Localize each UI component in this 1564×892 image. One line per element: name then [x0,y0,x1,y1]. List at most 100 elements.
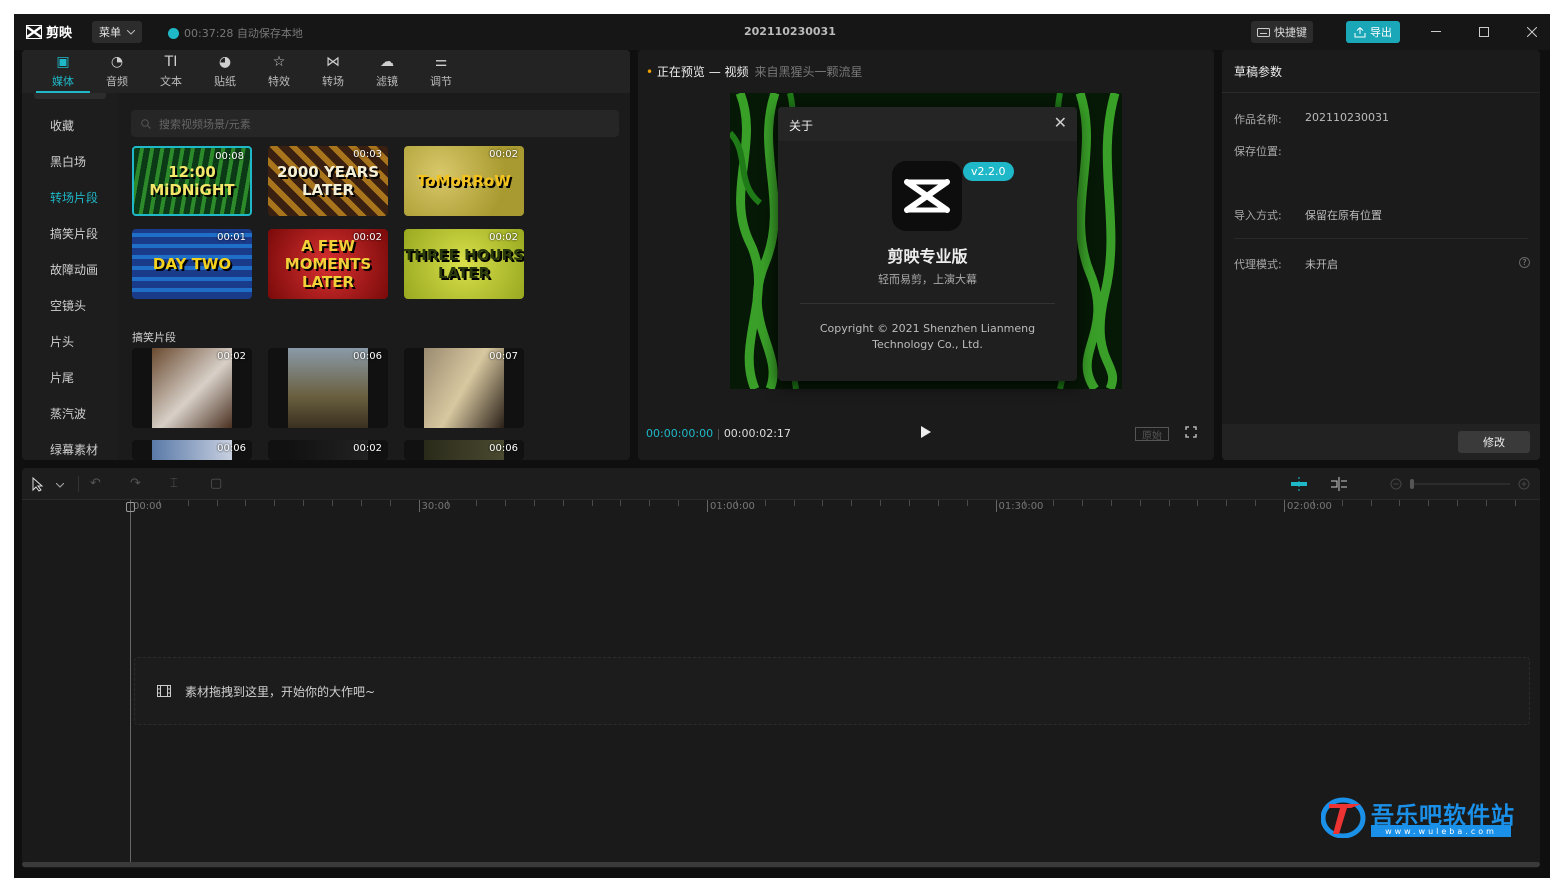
clip-duration: 00:01 [217,232,246,243]
clip-duration: 00:06 [217,443,246,454]
export-button[interactable]: 导出 [1346,21,1400,43]
transition-clip-thumbnail[interactable]: 12:00 MiDNiGHT 00:08 [132,146,252,216]
ruler-tick [995,500,997,512]
funny-clip-thumbnail[interactable]: 00:06 [268,348,388,428]
funny-clip-thumbnail[interactable]: 00:06 [132,440,252,460]
time-ruler[interactable]: 00:00 30:00 01:00:00 01:30:00 02:00:00 [22,500,1540,518]
sidebar-item[interactable]: 黑白场 [50,153,86,170]
sidebar-item[interactable]: 搞笑片段 [50,225,98,242]
about-app-name: 剪映专业版 [887,247,968,266]
title-bar: 剪映 菜单 00:37:28 自动保存本地 202110230031 快捷键 导… [14,14,1550,50]
help-icon[interactable]: ? [1519,257,1530,268]
original-ratio-button[interactable]: 原始 [1135,427,1169,442]
fullscreen-icon[interactable] [1185,426,1197,438]
chevron-down-icon[interactable] [56,483,64,488]
timeline-scrollbar[interactable] [22,862,1540,867]
sidebar-item[interactable]: 片尾 [50,369,74,386]
maximize-button[interactable] [1472,20,1496,44]
sidebar-item[interactable]: 片头 [50,333,74,350]
funny-clip-thumbnail[interactable]: 00:02 [268,440,388,460]
tab-filter[interactable]: ☁ 滤镜 [360,50,414,93]
funny-clip-thumbnail[interactable]: 00:06 [404,440,524,460]
ruler-tick [476,500,478,506]
sticker-icon: ◕ [218,54,232,70]
menu-button[interactable]: 菜单 [92,21,142,43]
minimize-icon [1431,31,1441,32]
tab-label: 音频 [106,75,128,88]
ruler-tick [880,500,882,506]
app-logo: 剪映 [26,22,72,41]
param-label: 作品名称: [1234,113,1282,126]
magnet-snap-icon[interactable] [1290,477,1308,491]
capcut-logo-icon [26,24,42,39]
ruler-tick [1399,500,1401,506]
transition-clip-thumbnail[interactable]: THREE HOURS LATER 00:02 [404,229,524,299]
menu-label: 菜单 [99,26,121,39]
sidebar-item[interactable]: 收藏 [50,117,74,134]
tab-sticker[interactable]: ◕ 贴纸 [198,50,252,93]
split-icon[interactable]: ⌶ [170,476,178,491]
clip-duration: 00:08 [215,151,244,162]
ruler-tick [851,500,853,506]
preview-dot: • [646,65,654,79]
zoom-slider[interactable] [1390,478,1530,490]
ruler-tick [505,500,507,506]
close-icon [1527,27,1537,37]
dialog-divider [800,303,1055,304]
app-name: 剪映 [46,26,73,41]
sidebar-item[interactable]: 故障动画 [50,261,98,278]
current-time: 00:00:00:00 [646,427,714,440]
copyright-line-1: Copyright © 2021 Shenzhen Lianmeng [819,322,1036,335]
transition-clip-thumbnail[interactable]: ToMoRRoW 00:02 [404,146,524,216]
funny-clip-thumbnail[interactable]: 00:02 [132,348,252,428]
transition-clip-thumbnail[interactable]: 2000 YEARS LATER 00:03 [268,146,388,216]
playhead[interactable] [130,502,131,862]
ruler-tick [1226,500,1228,506]
link-clip-icon[interactable] [1330,477,1348,491]
tab-text[interactable]: TI 文本 [144,50,198,93]
watermark-url: www.wuleba.com [1371,825,1511,837]
ruler-tick [360,500,362,506]
tab-effects[interactable]: ☆ 特效 [252,50,306,93]
close-window-button[interactable] [1520,20,1544,44]
transition-clip-thumbnail[interactable]: A FEW MOMENTS LATER 00:02 [268,229,388,299]
redo-icon[interactable]: ↷ [130,476,141,491]
ruler-tick [764,500,766,506]
copyright-line-2: Technology Co., Ltd. [872,338,983,351]
sidebar-item[interactable]: 绿幕素材 [50,441,98,458]
tab-label: 转场 [322,75,344,88]
tab-media[interactable]: ▣ 媒体 [36,50,90,93]
playhead-handle[interactable] [126,502,135,512]
tab-adjust[interactable]: ⚌ 调节 [414,50,468,93]
ruler-tick [1168,500,1170,506]
ruler-tick [1053,500,1055,506]
modify-button[interactable]: 修改 [1458,431,1530,453]
clip-title: DAY TWO [152,255,232,273]
tab-audio[interactable]: ◔ 音频 [90,50,144,93]
ruler-tick [216,500,218,506]
sidebar-item[interactable]: 转场片段 [50,189,98,206]
sidebar-scroll-indicator [34,93,106,99]
close-icon[interactable]: ✕ [1054,113,1067,132]
shortcut-button[interactable]: 快捷键 [1251,21,1313,43]
transition-clip-thumbnail[interactable]: DAY TWO 00:01 [132,229,252,299]
drop-zone[interactable]: 素材拖拽到这里，开始你的大作吧~ [134,657,1530,725]
play-icon[interactable] [920,425,932,439]
tab-transition[interactable]: ⋈ 转场 [306,50,360,93]
ruler-tick [1457,500,1459,506]
undo-icon[interactable]: ↶ [90,476,101,491]
param-value: 未开启 [1305,258,1338,271]
search-box[interactable]: 搜索视频场景/元素 [131,110,619,137]
project-title: 202110230031 [744,25,836,38]
cursor-select-icon[interactable] [32,477,46,492]
minimize-button[interactable] [1424,20,1448,44]
ruler-tick [245,500,247,506]
funny-clip-thumbnail[interactable]: 00:07 [404,348,524,428]
clip-duration: 00:06 [353,351,382,362]
delete-icon[interactable]: ▢ [210,476,222,491]
preview-source: 来自黑猩头一颗流星 [754,65,863,79]
sidebar-item[interactable]: 空镜头 [50,297,86,314]
param-value: 保留在原有位置 [1305,209,1382,222]
about-dialog: 关于 ✕ v2.2.0 剪映专业版 轻而易剪，上演大幕 Copyright © … [778,107,1077,381]
sidebar-item[interactable]: 蒸汽波 [50,405,86,422]
